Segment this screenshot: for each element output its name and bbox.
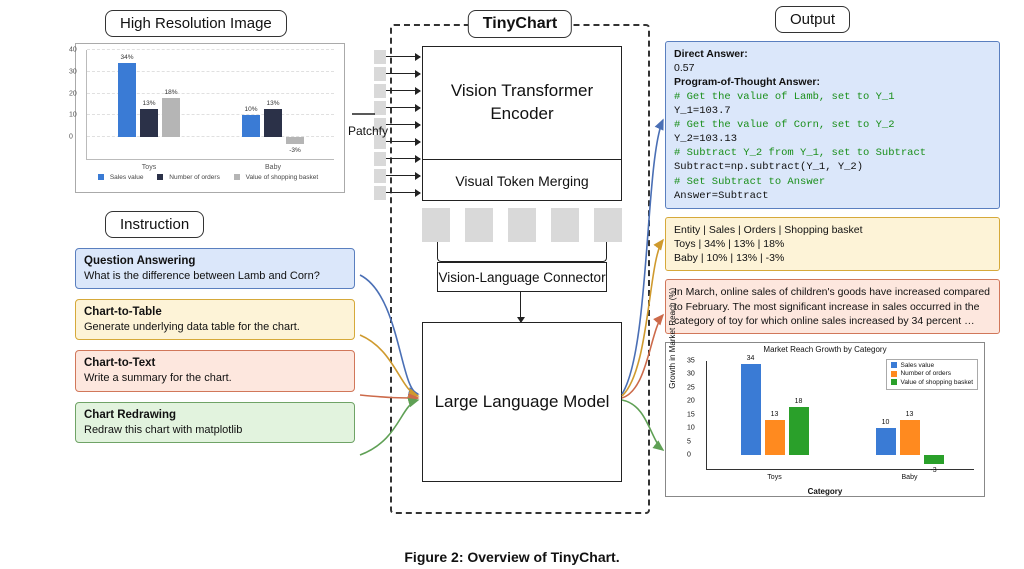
output-direct-and-pot: Direct Answer: 0.57 Program-of-Thought A…	[665, 41, 1000, 209]
vit-label: Vision Transformer Encoder	[423, 47, 621, 159]
visual-token-merging-label: Visual Token Merging	[423, 159, 621, 202]
input-bar-chart: 01020304034%13%18%Toys10%13%-3%Baby Sale…	[75, 43, 345, 193]
input-chart-legend: Sales value Number of orders Value of sh…	[86, 174, 334, 181]
instruction-chart-to-table: Chart-to-Table Generate underlying data …	[75, 299, 355, 340]
merged-tokens	[422, 208, 622, 242]
right-column: Output Direct Answer: 0.57 Program-of-Th…	[665, 6, 1000, 497]
instruction-chart-redrawing: Chart Redrawing Redraw this chart with m…	[75, 402, 355, 443]
output-chart-xlabel: Category	[666, 487, 984, 496]
output-table: Entity | Sales | Orders | Shopping baske…	[665, 217, 1000, 272]
center-column: TinyChart Patchfy Vision Transformer Enc…	[390, 10, 650, 530]
instruction-chart-to-text: Chart-to-Text Write a summary for the ch…	[75, 350, 355, 391]
output-redrawn-chart: Market Reach Growth by Category Growth i…	[665, 342, 985, 497]
left-column: High Resolution Image 01020304034%13%18%…	[75, 10, 370, 443]
header-high-res-image: High Resolution Image	[105, 10, 287, 37]
header-tinychart: TinyChart	[468, 10, 572, 38]
header-output: Output	[775, 6, 850, 33]
vision-transformer-encoder-box: Vision Transformer Encoder Visual Token …	[422, 46, 622, 201]
header-instruction: Instruction	[105, 211, 204, 238]
model-dashed-box: Patchfy Vision Transformer Encoder Visua…	[390, 24, 650, 514]
large-language-model-box: Large Language Model	[422, 322, 622, 482]
instruction-qa: Question Answering What is the differenc…	[75, 248, 355, 289]
bracket-tokens	[437, 242, 607, 262]
figure-caption: Figure 2: Overview of TinyChart.	[0, 549, 1024, 565]
output-chart-ylabel: Growth in Market Reach (%)	[668, 288, 677, 389]
output-summary-text: In March, online sales of children's goo…	[665, 279, 1000, 334]
patchfy-label: Patchfy	[348, 124, 388, 138]
vision-language-connector-box: Vision-Language Connector	[437, 262, 607, 292]
arrow-connector-llm	[520, 292, 521, 322]
output-chart-title: Market Reach Growth by Category	[666, 345, 984, 354]
